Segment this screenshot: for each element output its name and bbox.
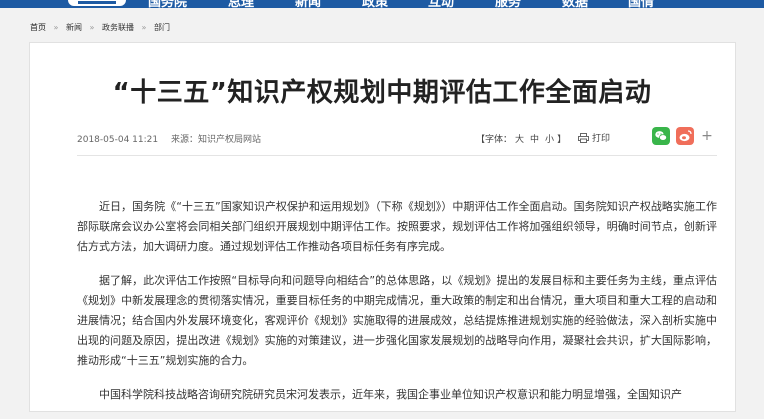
article-title: “十三五”知识产权规划中期评估工作全面启动 — [112, 78, 652, 108]
publish-date: 2018-05-04 11:21 — [77, 135, 159, 145]
top-nav-bar: 国务院 总理 新闻 政策 互动 服务 数据 国情 — [0, 0, 764, 10]
site-logo[interactable] — [68, 0, 126, 6]
print-button[interactable]: 打印 — [578, 131, 610, 144]
font-size-small[interactable]: 小 — [545, 135, 554, 145]
font-size-medium[interactable]: 中 — [530, 135, 539, 145]
breadcrumb-gov-broadcast[interactable]: 政务联播 — [102, 22, 134, 33]
font-size-label: 【字体： — [476, 135, 513, 145]
font-size-close: 】 — [557, 135, 567, 145]
source-label: 来源： — [170, 135, 198, 145]
header-divider — [77, 155, 717, 156]
nav-item-national-info[interactable]: 国情 — [628, 0, 654, 10]
breadcrumb: 首页 » 新闻 » 政务联播 » 部门 — [30, 22, 170, 34]
breadcrumb-news[interactable]: 新闻 — [66, 22, 82, 33]
breadcrumb-home[interactable]: 首页 — [30, 22, 46, 33]
article-paragraph: 据了解，此次评估工作按照“目标导向和问题导向相结合”的总体思路，以《规划》提出的… — [77, 274, 717, 367]
wechat-share-icon[interactable] — [652, 127, 670, 145]
font-size-control: 【字体：大中小】 — [476, 132, 566, 145]
nav-item-policy[interactable]: 政策 — [362, 0, 388, 10]
breadcrumb-separator: » — [89, 23, 95, 32]
article-paragraph: 中国科学院科技战略咨询研究院研究员宋河发表示，近年来，我国企事业单位知识产权意识… — [99, 388, 682, 401]
font-size-large[interactable]: 大 — [515, 135, 524, 145]
nav-item-state-council[interactable]: 国务院 — [148, 0, 187, 10]
nav-item-data[interactable]: 数据 — [562, 0, 588, 10]
source-name: 知识产权局网站 — [198, 135, 262, 145]
breadcrumb-separator: » — [141, 23, 147, 32]
printer-icon — [578, 133, 589, 143]
breadcrumb-departments[interactable]: 部门 — [154, 22, 170, 33]
plus-icon[interactable]: + — [698, 127, 716, 145]
nav-item-interaction[interactable]: 互动 — [428, 0, 454, 10]
nav-item-service[interactable]: 服务 — [495, 0, 521, 10]
nav-item-premier[interactable]: 总理 — [228, 0, 254, 10]
nav-item-news[interactable]: 新闻 — [295, 0, 321, 10]
breadcrumb-separator: » — [53, 23, 59, 32]
article-meta: 2018-05-04 11:21 来源：知识产权局网站 — [77, 132, 271, 145]
article-body: 近日，国务院《“十三五”国家知识产权保护和运用规划》（下称《规划》）中期评估工作… — [77, 197, 717, 419]
weibo-share-icon[interactable] — [676, 127, 694, 145]
print-label: 打印 — [592, 134, 611, 144]
article-paragraph: 近日，国务院《“十三五”国家知识产权保护和运用规划》（下称《规划》）中期评估工作… — [77, 200, 717, 253]
